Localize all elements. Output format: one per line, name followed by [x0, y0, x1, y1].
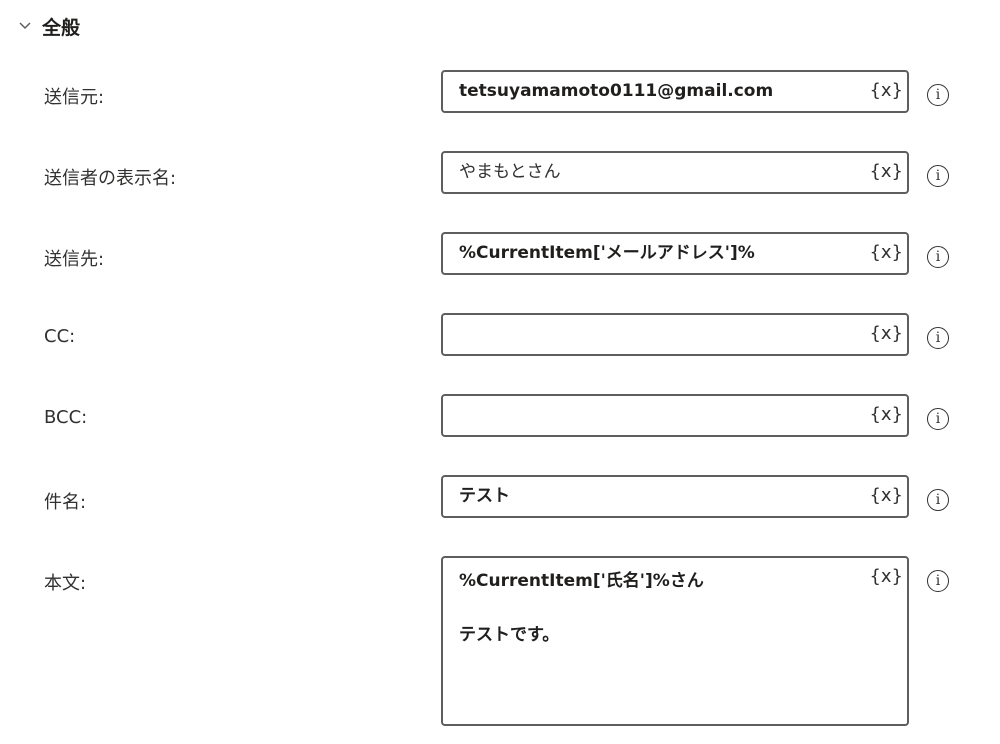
bcc-value	[459, 396, 855, 435]
body-line-2: テストです。	[459, 625, 560, 645]
variable-braces-icon[interactable]: {x}	[869, 323, 903, 345]
from-value: tetsuyamamoto0111@gmail.com	[459, 81, 774, 101]
info-circle-icon[interactable]: i	[927, 408, 949, 430]
variable-braces-icon[interactable]: {x}	[869, 161, 903, 183]
display-name-label: 送信者の表示名:	[44, 168, 177, 189]
section-header-general[interactable]: 全般	[18, 12, 80, 40]
info-circle-icon[interactable]: i	[927, 489, 949, 511]
bcc-field[interactable]: {x}	[441, 394, 909, 437]
body-label: 本文:	[44, 573, 87, 594]
cc-field[interactable]: {x}	[441, 313, 909, 356]
info-circle-icon[interactable]: i	[927, 327, 949, 349]
cc-label: CC:	[44, 326, 76, 347]
body-textarea[interactable]: %CurrentItem['氏名']%さん テストです。 {x}	[441, 556, 909, 726]
section-title: 全般	[42, 16, 81, 39]
from-label: 送信元:	[44, 87, 105, 108]
subject-value: テスト	[459, 486, 510, 506]
to-label: 送信先:	[44, 249, 105, 270]
info-circle-icon[interactable]: i	[927, 165, 949, 187]
body-line-1: %CurrentItem['氏名']%さん	[459, 571, 704, 591]
display-name-field[interactable]: やまもとさん {x}	[441, 151, 909, 194]
subject-field[interactable]: テスト {x}	[441, 475, 909, 518]
variable-braces-icon[interactable]: {x}	[869, 242, 903, 264]
variable-braces-icon[interactable]: {x}	[869, 404, 903, 426]
chevron-down-icon	[18, 21, 32, 31]
display-name-value: やまもとさん	[459, 162, 561, 182]
to-value: %CurrentItem['メールアドレス']%	[459, 243, 755, 263]
info-circle-icon[interactable]: i	[927, 246, 949, 268]
info-circle-icon[interactable]: i	[927, 570, 949, 592]
cc-value	[459, 315, 855, 354]
to-field[interactable]: %CurrentItem['メールアドレス']% {x}	[441, 232, 909, 275]
variable-braces-icon[interactable]: {x}	[869, 485, 903, 507]
from-field[interactable]: tetsuyamamoto0111@gmail.com {x}	[441, 70, 909, 113]
variable-braces-icon[interactable]: {x}	[869, 566, 903, 588]
variable-braces-icon[interactable]: {x}	[869, 80, 903, 102]
subject-label: 件名:	[44, 492, 87, 513]
info-circle-icon[interactable]: i	[927, 84, 949, 106]
bcc-label: BCC:	[44, 407, 88, 428]
